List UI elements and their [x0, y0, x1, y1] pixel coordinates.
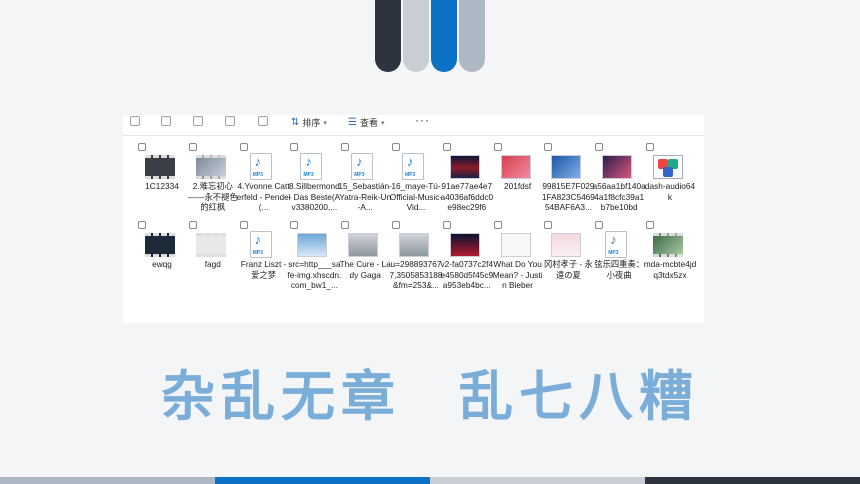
more-options-button[interactable]: ···	[415, 115, 430, 127]
file-name: 1C12334	[145, 181, 179, 191]
decor-bar-blue	[431, 0, 457, 72]
decor-bar-gray	[459, 0, 485, 72]
file-checkbox[interactable]	[290, 221, 299, 229]
file-name: ewqg	[152, 259, 172, 269]
rename-icon[interactable]	[193, 116, 203, 126]
file-checkbox[interactable]	[290, 143, 299, 151]
mp3-icon: ♪ MP3	[402, 153, 424, 180]
file-checkbox[interactable]	[493, 221, 502, 229]
delete-icon[interactable]	[258, 116, 268, 126]
file-checkbox[interactable]	[442, 143, 451, 151]
file-checkbox[interactable]	[239, 221, 248, 229]
image-icon	[500, 233, 531, 257]
file-checkbox[interactable]	[646, 221, 654, 229]
file-checkbox[interactable]	[138, 221, 146, 229]
share-icon[interactable]	[225, 116, 235, 126]
file-checkbox[interactable]	[392, 143, 400, 151]
file-name: v2-fa0737c2f4e4580d5f45c9a953eb4bc...	[440, 259, 494, 291]
file-checkbox[interactable]	[188, 143, 197, 151]
video-icon	[195, 233, 226, 257]
file-checkbox[interactable]	[493, 143, 502, 151]
bottom-stripe	[0, 477, 860, 484]
file-name: 15_Sebastián-Yatra-Reik-Un-A...	[338, 181, 392, 213]
file-name: u=2988937677,3505853188&fm=253&...	[389, 259, 443, 291]
mp3-icon: ♪ MP3	[300, 153, 323, 180]
file-name: 91ae77ae4e7a4036af6ddc0e98ec29f6	[440, 181, 494, 213]
file-name: 冈村孝子 - 永遠の夏	[543, 259, 593, 280]
image-icon	[449, 155, 480, 179]
headline-left: 杂乱无章	[161, 365, 401, 428]
file-name: fagd	[204, 259, 221, 269]
decor-bar-light	[403, 0, 429, 72]
file-checkbox[interactable]	[646, 143, 654, 151]
headline-right: 乱七八糟	[459, 365, 699, 428]
view-icon: ☰	[348, 117, 357, 128]
video-icon	[145, 155, 175, 179]
sort-icon: ⇅	[291, 117, 300, 128]
image-icon	[348, 233, 379, 257]
image-icon	[500, 155, 531, 179]
file-name: 201fdsf	[503, 181, 532, 191]
sort-button[interactable]: ⇅ 排序 ▾	[291, 116, 327, 129]
file-checkbox[interactable]	[442, 221, 451, 229]
file-checkbox[interactable]	[138, 143, 146, 151]
file-explorer-screenshot: ⇅ 排序 ▾ ☰ 查看 ▾ ··· 1C12334 2.难忘初心——永不褪色的红枫…	[123, 115, 704, 323]
file-checkbox[interactable]	[188, 221, 197, 229]
view-button[interactable]: ☰ 查看 ▾	[348, 116, 385, 129]
file-checkbox[interactable]	[595, 221, 604, 229]
file-checkbox[interactable]	[392, 221, 400, 229]
mp3-icon: ♪ MP3	[249, 231, 272, 258]
top-decoration	[375, 0, 485, 72]
file-name: 8.Sillbermond - Das Beste(Av3380200,...	[288, 181, 341, 213]
chevron-down-icon: ▾	[380, 119, 385, 127]
view-label: 查看	[359, 118, 378, 128]
mp3-icon: ♪ MP3	[249, 153, 272, 180]
file-name: 弦乐四重奏：小夜曲	[594, 259, 645, 280]
image-icon	[551, 233, 582, 257]
file-name: 99815E7F0291FA823C546954BAF6A3...	[541, 181, 595, 213]
mp3-icon: ♪ MP3	[605, 231, 628, 258]
file-name: dash-audio64k	[644, 181, 696, 202]
sort-label: 排序	[302, 118, 321, 128]
image-icon	[297, 233, 328, 257]
image-icon	[399, 233, 429, 257]
decor-bar-dark	[375, 0, 401, 72]
file-checkbox[interactable]	[595, 143, 604, 151]
file-checkbox[interactable]	[341, 221, 350, 229]
file-name: What Do You Mean? - Justin Bieber	[492, 259, 543, 291]
file-name: src=http___safe-img.xhscdn.com_bw1_...	[287, 259, 342, 291]
explorer-toolbar: ⇅ 排序 ▾ ☰ 查看 ▾ ···	[123, 115, 704, 136]
video-icon	[145, 233, 175, 257]
file-checkbox[interactable]	[341, 143, 350, 151]
mp3-icon: ♪ MP3	[351, 153, 374, 180]
file-name: 4.Yvonne Catterfeld - Pendel(...	[236, 181, 291, 213]
file-name: Franz Liszt - 爱之梦	[240, 259, 287, 280]
file-checkbox[interactable]	[239, 143, 248, 151]
media-file-icon	[653, 155, 683, 179]
chevron-down-icon: ▾	[323, 119, 327, 127]
video-icon	[195, 155, 226, 179]
image-icon	[602, 155, 633, 179]
paste-icon[interactable]	[161, 116, 171, 126]
copy-icon[interactable]	[130, 116, 140, 126]
file-checkbox[interactable]	[544, 143, 553, 151]
headline: 杂乱无章 乱七八糟	[0, 352, 860, 431]
image-icon	[449, 233, 480, 257]
video-icon	[653, 233, 683, 257]
file-name: mda-mcbte4jdq3tdx5zx	[643, 259, 697, 280]
file-checkbox[interactable]	[544, 221, 553, 229]
image-icon	[551, 155, 582, 179]
file-name: a56aa1bf140a4a1f8cfc39a1b7be10bd	[592, 181, 646, 213]
file-name: 16_maye-Tú-Official-Music-Vid...	[389, 181, 443, 213]
file-name: 2.难忘初心——永不褪色的红枫	[187, 181, 238, 213]
file-name: The Cure - Lady Gaga	[339, 259, 391, 280]
